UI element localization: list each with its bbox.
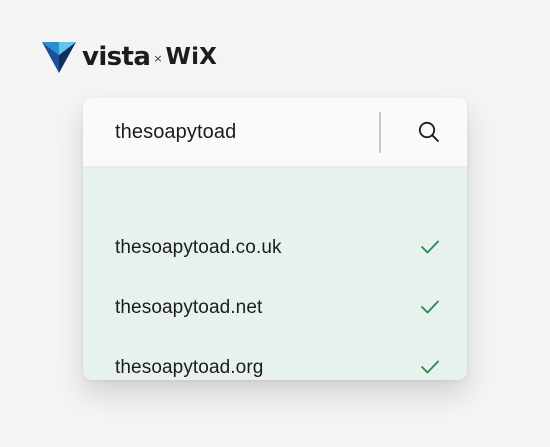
brand-name: vista [82, 42, 151, 72]
search-divider [379, 112, 381, 153]
brand-logo: vista × WiX [42, 41, 217, 73]
search-button[interactable] [413, 116, 445, 148]
check-icon [421, 240, 439, 254]
domain-search-input[interactable] [115, 116, 365, 148]
domain-search-card: thesoapytoad.co.uk thesoapytoad.net thes… [83, 98, 467, 380]
vista-logo-icon [42, 41, 76, 73]
check-icon [421, 360, 439, 374]
domain-result-item[interactable]: thesoapytoad.org [83, 357, 467, 380]
partner-name: WiX [165, 43, 218, 70]
check-icon [421, 300, 439, 314]
domain-name: thesoapytoad.net [115, 297, 263, 318]
brand-separator: × [153, 51, 163, 65]
domain-name: thesoapytoad.org [115, 357, 264, 378]
domain-name: thesoapytoad.co.uk [115, 237, 282, 258]
search-bar [83, 98, 467, 166]
search-icon [418, 121, 439, 142]
